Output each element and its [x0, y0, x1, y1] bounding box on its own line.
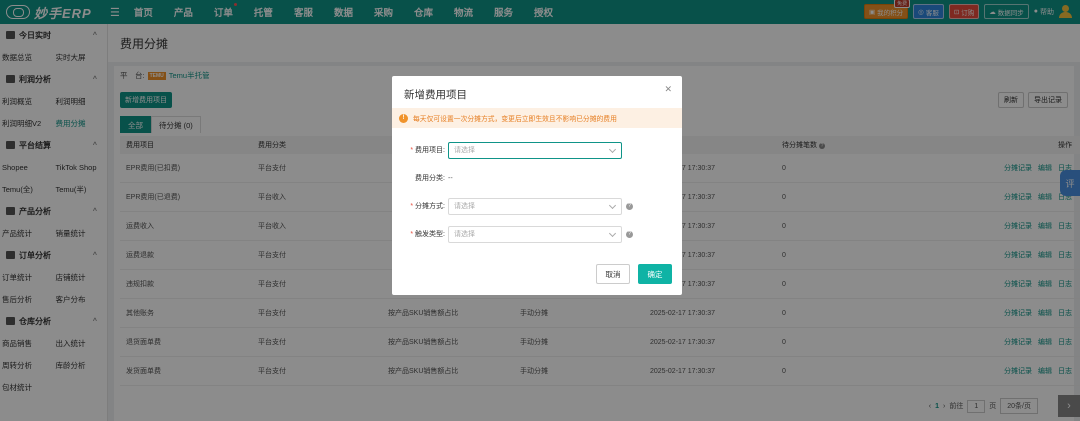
- required-mark: *: [410, 147, 414, 154]
- method-label-text: 分摊方式:: [415, 203, 445, 210]
- cancel-button[interactable]: 取消: [596, 264, 630, 284]
- cost-category-label: 费用分类:: [415, 175, 445, 182]
- method-label: * 分摊方式:: [392, 201, 448, 211]
- form-row-trigger: * 触发类型: 请选择 ?: [392, 225, 682, 243]
- warning-icon: !: [399, 113, 408, 123]
- allocation-method-select[interactable]: 请选择: [448, 197, 622, 215]
- form-row-cost-category: 费用分类: --: [392, 169, 682, 187]
- warning-text: 每天仅可设置一次分摊方式，变更后立即生效且不影响已分摊的费用: [413, 116, 617, 123]
- required-mark: *: [410, 203, 414, 210]
- chevron-down-icon: [608, 145, 617, 153]
- method-placeholder: 请选择: [454, 203, 475, 210]
- question-icon[interactable]: ?: [626, 230, 633, 238]
- cost-item-label: * 费用项目:: [392, 145, 448, 155]
- form-row-method: * 分摊方式: 请选择 ?: [392, 197, 682, 215]
- confirm-button[interactable]: 确定: [638, 264, 672, 284]
- cost-category-value: --: [448, 174, 453, 182]
- question-icon[interactable]: ?: [626, 202, 633, 210]
- trigger-placeholder: 请选择: [454, 231, 475, 238]
- required-mark: *: [410, 231, 414, 238]
- trigger-label-text: 触发类型:: [415, 231, 445, 238]
- cost-item-label-text: 费用项目:: [415, 147, 445, 154]
- chevron-down-icon: [608, 229, 617, 237]
- dialog-title: 新增费用项目: [404, 89, 467, 101]
- close-icon[interactable]: ✕: [664, 84, 672, 95]
- cost-item-placeholder: 请选择: [454, 147, 475, 154]
- dialog-footer: 取消 确定: [596, 264, 672, 284]
- trigger-type-select[interactable]: 请选择: [448, 225, 622, 243]
- add-cost-item-dialog: 新增费用项目 ✕ ! 每天仅可设置一次分摊方式，变更后立即生效且不影响已分摊的费…: [392, 76, 682, 295]
- form-row-cost-item: * 费用项目: 请选择: [392, 141, 682, 159]
- chevron-down-icon: [608, 201, 617, 209]
- warning-banner: ! 每天仅可设置一次分摊方式，变更后立即生效且不影响已分摊的费用: [392, 108, 682, 128]
- cost-item-select[interactable]: 请选择: [448, 141, 622, 159]
- trigger-label: * 触发类型:: [392, 229, 448, 239]
